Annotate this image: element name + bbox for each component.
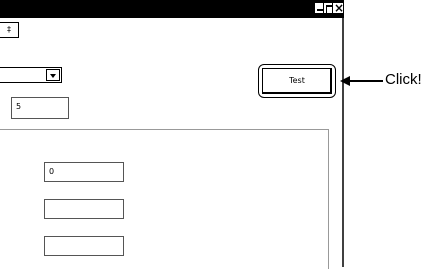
click-callout-label: Click!: [385, 71, 422, 88]
callout-arrow-line: [347, 80, 383, 82]
mode-combobox[interactable]: [0, 67, 62, 83]
count-input[interactable]: 5: [11, 97, 69, 119]
test-button[interactable]: Test: [262, 68, 332, 94]
result-field-3[interactable]: [44, 236, 124, 256]
close-glyph: ×: [333, 1, 345, 15]
chevron-down-icon[interactable]: [46, 69, 60, 81]
result-field-2[interactable]: [44, 199, 124, 219]
close-icon[interactable]: ×: [332, 1, 345, 15]
title-bar[interactable]: ×: [0, 0, 344, 18]
result-field-1[interactable]: 0: [44, 162, 124, 182]
toolbar-tab-stub[interactable]: ‡: [0, 22, 19, 38]
application-window: × ‡ 5 0 Test: [0, 0, 344, 269]
